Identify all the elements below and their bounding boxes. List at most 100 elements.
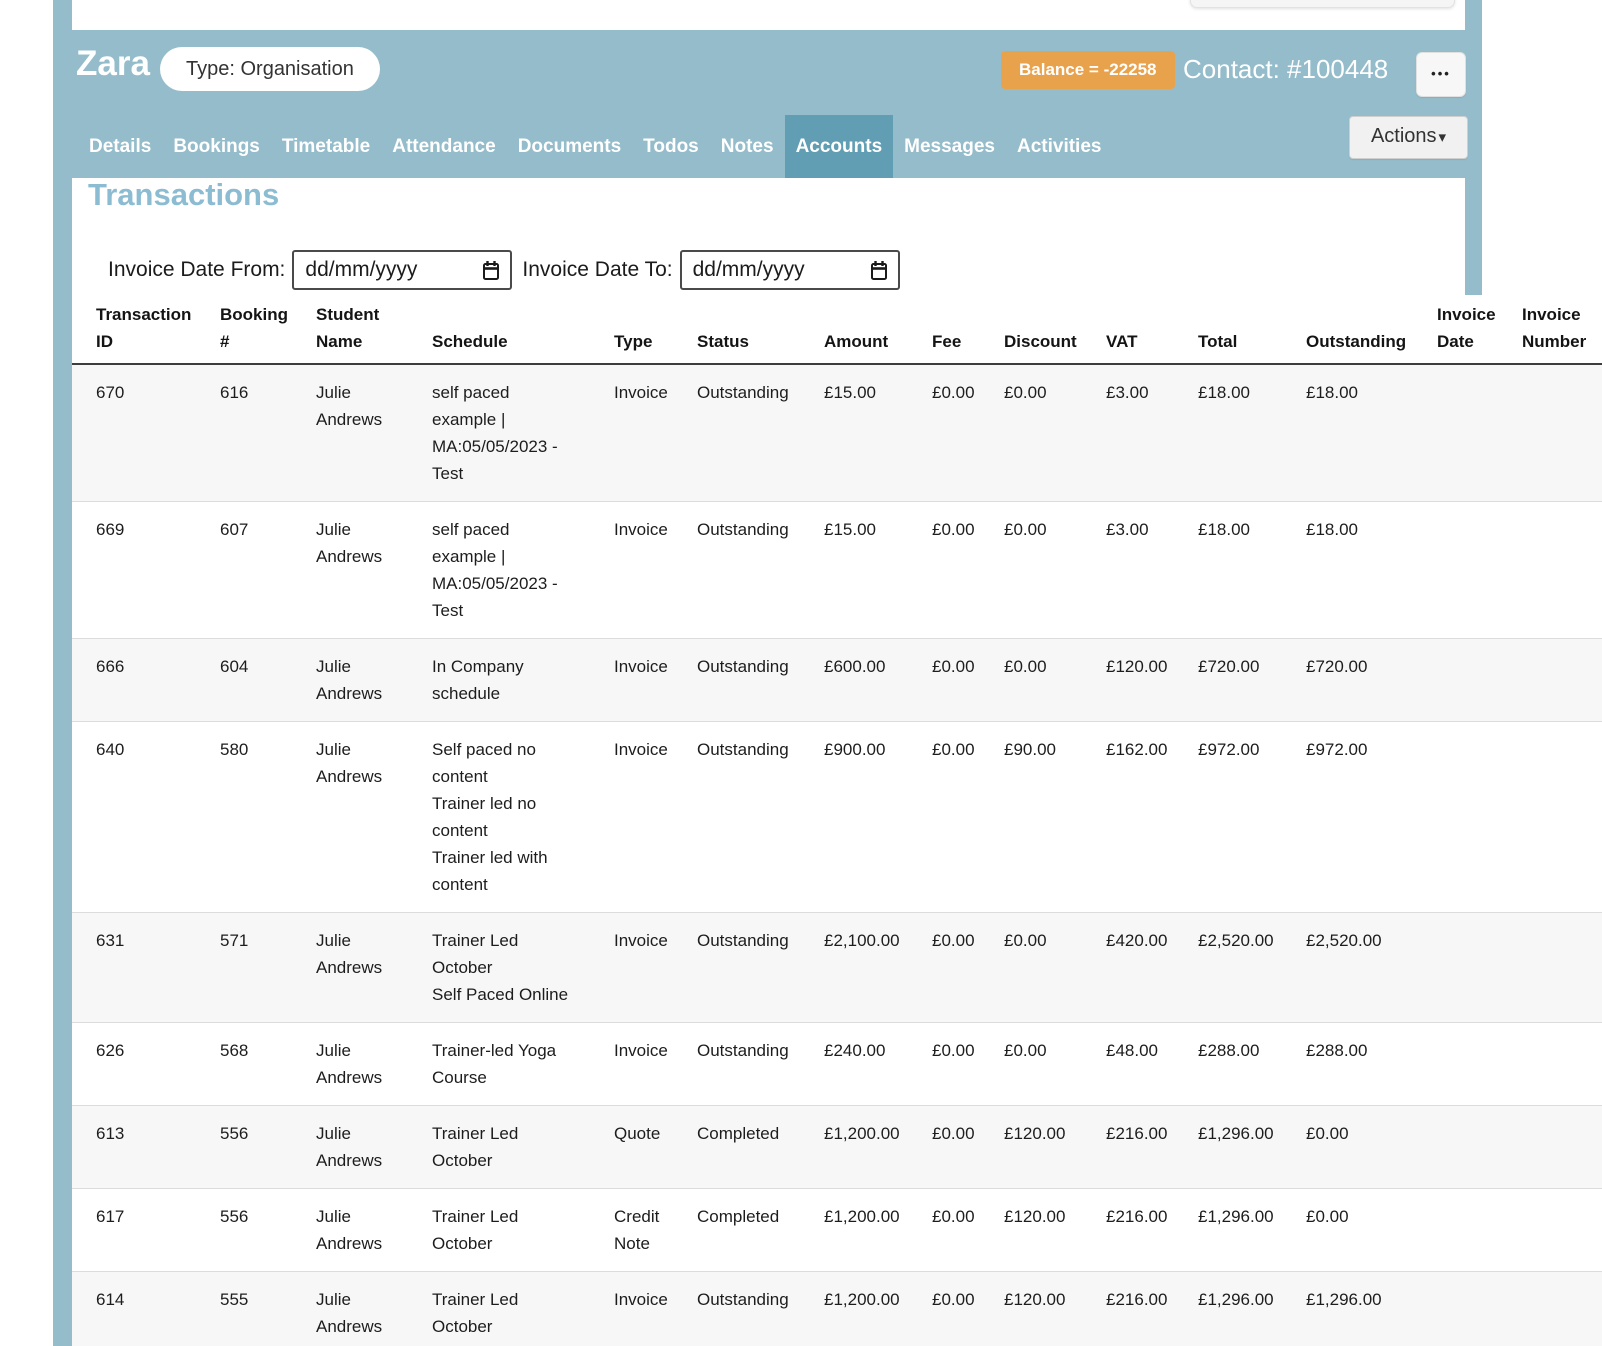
cell-fee: £0.00	[908, 639, 980, 722]
invoice-date-to-input[interactable]: dd/mm/yyyy	[680, 250, 900, 290]
cell-booking: 571	[196, 913, 292, 1023]
cell-vat: £120.00	[1082, 639, 1174, 722]
cell-invoice-number	[1498, 722, 1602, 913]
cell-booking: 555	[196, 1272, 292, 1346]
cell-invoice-date	[1413, 502, 1498, 639]
cell-booking: 556	[196, 1189, 292, 1272]
column-header-discount: Discount	[980, 295, 1082, 364]
cell-student-name: Julie Andrews	[292, 502, 408, 639]
top-edge-partial-button	[1190, 0, 1455, 8]
cell-vat: £162.00	[1082, 722, 1174, 913]
cell-status: Outstanding	[673, 502, 800, 639]
type-pill: Type: Organisation	[160, 47, 380, 91]
cell-type: Credit Note	[590, 1189, 673, 1272]
tab-todos[interactable]: Todos	[632, 115, 710, 178]
tab-attendance[interactable]: Attendance	[381, 115, 506, 178]
cell-invoice-number	[1498, 1023, 1602, 1106]
cell-vat: £216.00	[1082, 1106, 1174, 1189]
schedule-item: Trainer Led October	[432, 1203, 572, 1257]
cell-fee: £0.00	[908, 913, 980, 1023]
contact-header: Zara Type: Organisation Balance = -22258…	[72, 30, 1465, 178]
schedule-item: self paced example | MA:05/05/2023 - Tes…	[432, 516, 572, 624]
more-options-button[interactable]: •••	[1416, 52, 1466, 97]
cell-amount: £1,200.00	[800, 1189, 908, 1272]
column-header-total: Total	[1174, 295, 1282, 364]
column-header-transaction-id: Transaction ID	[72, 295, 196, 364]
schedule-item: Trainer led no content	[432, 790, 572, 844]
cell-status: Outstanding	[673, 364, 800, 502]
tab-details[interactable]: Details	[78, 115, 162, 178]
tab-messages[interactable]: Messages	[893, 115, 1006, 178]
cell-outstanding: £972.00	[1282, 722, 1413, 913]
schedule-item: Trainer Led October	[432, 1120, 572, 1174]
table-row: 640580Julie AndrewsSelf paced no content…	[72, 722, 1602, 913]
column-header-vat: VAT	[1082, 295, 1174, 364]
cell-status: Outstanding	[673, 1023, 800, 1106]
tab-timetable[interactable]: Timetable	[271, 115, 381, 178]
cell-schedule: Self paced no contentTrainer led no cont…	[408, 722, 590, 913]
tab-notes[interactable]: Notes	[710, 115, 785, 178]
column-header-booking-: Booking #	[196, 295, 292, 364]
cell-schedule: In Company schedule	[408, 639, 590, 722]
cell-outstanding: £288.00	[1282, 1023, 1413, 1106]
cell-invoice-date	[1413, 364, 1498, 502]
cell-schedule: self paced example | MA:05/05/2023 - Tes…	[408, 502, 590, 639]
cell-total: £720.00	[1174, 639, 1282, 722]
cell-discount: £90.00	[980, 722, 1082, 913]
cell-invoice-number	[1498, 913, 1602, 1023]
invoice-date-from-input[interactable]: dd/mm/yyyy	[292, 250, 512, 290]
contact-name: Zara	[76, 44, 150, 84]
tab-bookings[interactable]: Bookings	[162, 115, 271, 178]
cell-schedule: Trainer-led Yoga Course	[408, 1023, 590, 1106]
cell-total: £288.00	[1174, 1023, 1282, 1106]
cell-outstanding: £0.00	[1282, 1106, 1413, 1189]
cell-total: £2,520.00	[1174, 913, 1282, 1023]
tab-activities[interactable]: Activities	[1006, 115, 1112, 178]
cell-fee: £0.00	[908, 364, 980, 502]
cell-invoice-date	[1413, 1189, 1498, 1272]
invoice-date-from-label: Invoice Date From:	[108, 258, 285, 282]
cell-schedule: Trainer Led October	[408, 1106, 590, 1189]
cell-outstanding: £18.00	[1282, 502, 1413, 639]
schedule-item: self paced example | MA:05/05/2023 - Tes…	[432, 379, 572, 487]
cell-type: Invoice	[590, 639, 673, 722]
calendar-icon[interactable]	[869, 260, 889, 281]
column-header-outstanding: Outstanding	[1282, 295, 1413, 364]
tab-accounts[interactable]: Accounts	[785, 115, 894, 178]
calendar-icon[interactable]	[481, 260, 501, 281]
cell-invoice-date	[1413, 1272, 1498, 1346]
cell-booking: 604	[196, 639, 292, 722]
cell-transaction-id: 617	[72, 1189, 196, 1272]
cell-transaction-id: 666	[72, 639, 196, 722]
column-header-schedule: Schedule	[408, 295, 590, 364]
contact-accounts-page: Zara Type: Organisation Balance = -22258…	[0, 0, 1602, 1346]
cell-invoice-number	[1498, 502, 1602, 639]
schedule-item: Self paced no content	[432, 736, 572, 790]
actions-button[interactable]: Actions▾	[1349, 116, 1468, 159]
cell-booking: 607	[196, 502, 292, 639]
cell-vat: £3.00	[1082, 364, 1174, 502]
cell-student-name: Julie Andrews	[292, 913, 408, 1023]
cell-transaction-id: 640	[72, 722, 196, 913]
cell-status: Completed	[673, 1189, 800, 1272]
cell-outstanding: £720.00	[1282, 639, 1413, 722]
schedule-item: Trainer Led October	[432, 1286, 572, 1340]
cell-schedule: Trainer Led OctoberSelf Paced Online	[408, 913, 590, 1023]
cell-student-name: Julie Andrews	[292, 364, 408, 502]
cell-schedule: self paced example | MA:05/05/2023 - Tes…	[408, 364, 590, 502]
cell-status: Outstanding	[673, 913, 800, 1023]
cell-type: Quote	[590, 1106, 673, 1189]
cell-vat: £48.00	[1082, 1023, 1174, 1106]
column-header-invoice-number: Invoice Number	[1498, 295, 1602, 364]
cell-fee: £0.00	[908, 1106, 980, 1189]
column-header-type: Type	[590, 295, 673, 364]
tab-documents[interactable]: Documents	[507, 115, 632, 178]
table-row: 670616Julie Andrewsself paced example | …	[72, 364, 1602, 502]
cell-amount: £600.00	[800, 639, 908, 722]
cell-fee: £0.00	[908, 1023, 980, 1106]
cell-transaction-id: 669	[72, 502, 196, 639]
cell-type: Invoice	[590, 364, 673, 502]
cell-invoice-date	[1413, 1023, 1498, 1106]
cell-amount: £1,200.00	[800, 1106, 908, 1189]
table-row: 669607Julie Andrewsself paced example | …	[72, 502, 1602, 639]
